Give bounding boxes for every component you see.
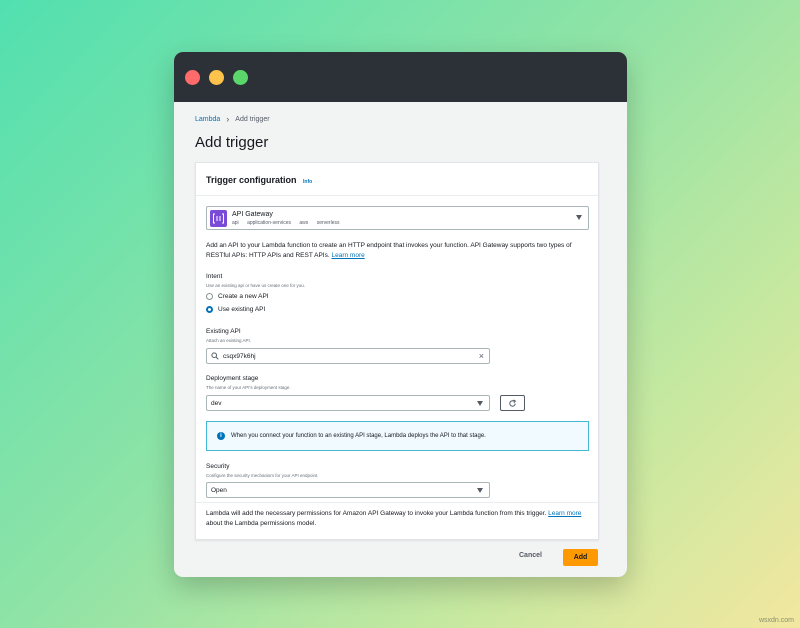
intent-label: Intent (206, 273, 223, 280)
deployment-stage-value: dev (211, 399, 222, 407)
breadcrumb-lambda-link[interactable]: Lambda (195, 116, 220, 123)
page-title: Add trigger (195, 134, 269, 151)
security-label: Security (206, 463, 230, 470)
breadcrumb: Lambda › Add trigger (195, 114, 270, 124)
info-icon: i (217, 432, 225, 440)
permissions-note: Lambda will add the necessary permission… (206, 509, 591, 529)
deployment-stage-select[interactable]: dev (206, 395, 490, 411)
radio-button-checked[interactable] (206, 306, 213, 313)
caret-down-icon (576, 215, 582, 220)
service-name: API Gateway (232, 210, 273, 218)
security-hint: Configure the security mechanism for you… (206, 473, 319, 478)
divider (196, 502, 598, 503)
refresh-icon (509, 398, 517, 407)
service-tags: api application-services aws serverless (232, 220, 346, 226)
deployment-stage-hint: The name of your API's deployment stage. (206, 385, 291, 390)
info-alert: i When you connect your function to an e… (206, 421, 589, 451)
window-titlebar (174, 52, 627, 102)
existing-api-input[interactable]: csqx97k6hj × (206, 348, 490, 364)
alert-text: When you connect your function to an exi… (231, 433, 486, 439)
existing-api-label: Existing API (206, 328, 241, 335)
search-icon (211, 352, 219, 360)
service-tag: serverless (316, 219, 340, 226)
caret-down-icon (477, 401, 483, 406)
chevron-right-icon: › (226, 114, 230, 124)
add-button[interactable]: Add (563, 549, 598, 566)
permissions-note-text: Lambda will add the necessary permission… (206, 510, 547, 517)
api-gateway-icon (210, 209, 227, 227)
minimize-window-dot[interactable] (209, 69, 224, 85)
existing-api-hint: Attach an existing API. (206, 338, 252, 343)
breadcrumb-current: Add trigger (235, 115, 270, 123)
radio-button[interactable] (206, 293, 213, 300)
radio-create-new-api[interactable]: Create a new API (206, 293, 269, 300)
deployment-stage-label: Deployment stage (206, 375, 259, 382)
service-tag: aws (299, 219, 309, 226)
cancel-button[interactable]: Cancel (519, 552, 542, 559)
radio-label: Create a new API (218, 293, 269, 300)
close-icon[interactable]: × (479, 351, 484, 361)
learn-more-link[interactable]: Learn more (331, 252, 364, 259)
watermark: wsxdn.com (758, 617, 794, 624)
maximize-window-dot[interactable] (233, 69, 248, 85)
trigger-source-select[interactable]: API Gateway api application-services aws… (206, 206, 589, 230)
security-value: Open (211, 486, 227, 494)
intent-hint: Use an existing api or have us create on… (206, 283, 306, 288)
service-tag: api (232, 219, 239, 226)
close-window-dot[interactable] (185, 69, 200, 85)
security-select[interactable]: Open (206, 482, 490, 498)
info-link[interactable]: Info (303, 179, 312, 185)
caret-down-icon (477, 488, 483, 493)
permissions-note-suffix: about the Lambda permissions model. (206, 520, 317, 527)
radio-use-existing-api[interactable]: Use existing API (206, 306, 265, 313)
existing-api-value: csqx97k6hj (223, 352, 256, 360)
radio-label: Use existing API (218, 306, 266, 313)
card-header: Trigger configuration Info (196, 163, 598, 196)
trigger-description: Add an API to your Lambda function to cr… (206, 241, 591, 261)
service-tag: application-services (247, 219, 291, 226)
browser-window: Lambda › Add trigger Add trigger Trigger… (174, 52, 627, 577)
trigger-configuration-card: Trigger configuration Info API Gateway a… (195, 162, 599, 540)
description-text: Add an API to your Lambda function to cr… (206, 242, 572, 259)
refresh-button[interactable] (500, 395, 525, 411)
permissions-learn-more-link[interactable]: Learn more (548, 510, 581, 517)
card-title: Trigger configuration (206, 175, 297, 185)
